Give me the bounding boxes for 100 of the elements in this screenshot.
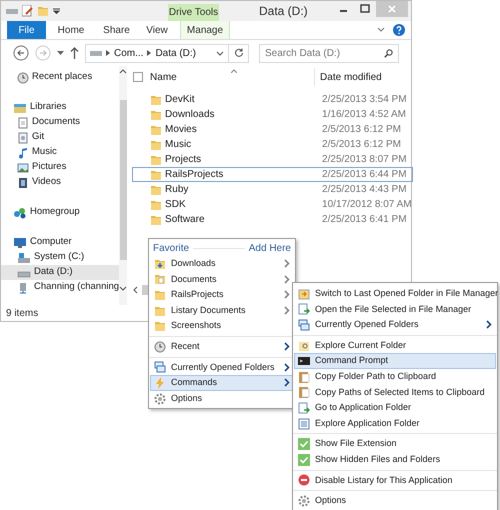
add-here-link[interactable]: Add Here	[248, 241, 291, 256]
menu-item[interactable]: Options	[294, 493, 496, 509]
folder-icon	[150, 214, 162, 226]
file-name: Projects	[164, 153, 202, 167]
file-name: Movies	[164, 123, 198, 137]
file-row[interactable]: Projects 2/25/2013 8:07 PM	[132, 152, 413, 167]
up-arrow-icon[interactable]	[70, 47, 79, 59]
menu-item[interactable]: Copy Folder Path to Clipboard	[294, 368, 496, 385]
file-name: Ruby	[164, 183, 190, 197]
nav-item[interactable]: System (C:)	[1, 250, 120, 265]
file-name: RailsProjects	[164, 168, 224, 182]
status-text: 9 items	[6, 306, 38, 320]
menu-item[interactable]: Open the File Selected in File Manager	[294, 302, 496, 318]
refresh-icon[interactable]	[234, 48, 244, 58]
search-icon	[384, 48, 393, 58]
menu-item[interactable]: Options	[150, 390, 294, 406]
nav-item[interactable]: Computer	[1, 235, 120, 250]
date-cell-text: 2/25/2013 8:07 PM	[321, 153, 407, 167]
sort-caret-icon	[231, 69, 238, 73]
menu-item[interactable]: RailsProjects	[150, 287, 294, 303]
file-row[interactable]: RailsProjects 2/25/2013 6:44 PM	[132, 167, 413, 182]
context-tab-label: Drive Tools	[168, 4, 219, 21]
date-cell-text: 2/25/2013 6:41 PM	[321, 213, 407, 227]
menu-item[interactable]: Disable Listary for This Application	[294, 472, 496, 488]
nav-item[interactable]: Channing (channing	[1, 280, 120, 295]
nav-item[interactable]: Homegroup	[1, 205, 120, 220]
nav-item[interactable]: Videos	[1, 175, 120, 190]
date-cell-text: 2/25/2013 3:54 PM	[321, 93, 407, 107]
file-row[interactable]: SDK 10/17/2012 8:07 AM	[132, 197, 413, 212]
caret-down-icon[interactable]	[216, 50, 224, 56]
menu-item[interactable]: Currently Opened Folders	[150, 360, 294, 376]
clock-icon	[154, 340, 166, 353]
address-bar[interactable]: Com... Data (D:)	[85, 44, 249, 62]
scrollbar[interactable]	[119, 66, 128, 305]
file-name: Music	[164, 138, 192, 152]
nav-item[interactable]: Documents	[1, 115, 120, 130]
file-row[interactable]: Downloads 1/16/2013 4:52 AM	[132, 107, 413, 122]
back-icon[interactable]	[13, 45, 29, 61]
windows-icon	[298, 318, 310, 331]
ribbon-tab[interactable]: Manage	[180, 21, 230, 39]
folder-icon	[150, 198, 162, 210]
computer-icon	[13, 236, 27, 248]
help-icon[interactable]	[393, 24, 405, 36]
settings-icon	[298, 494, 310, 507]
scroll-left-icon[interactable]	[132, 285, 140, 295]
window-title: Data (D:)	[258, 3, 309, 20]
breadcrumb-arrow-icon	[106, 50, 110, 56]
file-row[interactable]: DevKit 2/25/2013 3:54 PM	[132, 92, 413, 107]
folder-icon	[150, 108, 162, 120]
column-header[interactable]: Name	[143, 68, 314, 86]
file-row[interactable]: Ruby 2/25/2013 4:43 PM	[132, 182, 413, 197]
scrollbar-thumb[interactable]	[142, 285, 148, 295]
folder-download-icon	[154, 258, 166, 270]
file-row[interactable]: Movies 2/5/2013 6:12 PM	[132, 122, 413, 137]
menu-item[interactable]: Documents	[150, 272, 294, 288]
menu-item[interactable]: Listary Documents	[150, 302, 294, 318]
nav-item[interactable]: Git	[1, 130, 120, 145]
document-icon	[17, 116, 29, 128]
menu-item[interactable]: Switch to Last Opened Folder in File Manager	[294, 286, 496, 302]
library-icon	[13, 102, 27, 114]
menu-item[interactable]: Downloads	[150, 256, 294, 272]
breadcrumb[interactable]: Com...	[114, 46, 144, 60]
menu-item[interactable]: Command Prompt	[294, 353, 496, 369]
date-cell-text: 2/25/2013 6:44 PM	[321, 168, 407, 182]
menu-item[interactable]: Go to Application Folder	[294, 400, 496, 416]
folder-icon	[150, 124, 162, 136]
scrollbar-thumb[interactable]	[120, 100, 127, 260]
nav-item[interactable]: Data (D:)	[1, 265, 120, 280]
select-all-checkbox[interactable]	[133, 72, 144, 82]
ribbon-tab[interactable]: Share	[96, 21, 137, 39]
nav-item[interactable]: Recent places	[1, 70, 120, 85]
breadcrumb[interactable]: Data (D:)	[155, 46, 196, 60]
menu-item[interactable]: Currently Opened Folders	[294, 317, 496, 333]
menu-item[interactable]: Screenshots	[150, 318, 294, 334]
nav-item[interactable]: Music	[1, 145, 120, 160]
ribbon-tab[interactable]: File	[7, 21, 46, 39]
menu-item[interactable]: Explore Application Folder	[294, 416, 496, 432]
folder-icon	[154, 320, 166, 332]
menu-item[interactable]: Commands	[150, 375, 294, 391]
column-header[interactable]: Date modified	[314, 68, 413, 86]
nav-item[interactable]: Libraries	[1, 100, 120, 115]
ribbon-tab[interactable]: Home	[46, 21, 96, 39]
ribbon-tab[interactable]: View	[137, 21, 177, 39]
file-row[interactable]: Software 2/25/2013 6:41 PM	[132, 212, 413, 227]
drive-icon	[17, 252, 31, 264]
menu-item[interactable]: Recent	[150, 338, 294, 355]
menu-item[interactable]: Explore Current Folder	[294, 338, 496, 354]
breadcrumb-arrow-icon	[147, 50, 152, 56]
menu-item[interactable]: Show File Extension	[294, 436, 496, 452]
chevron-down-icon[interactable]	[377, 27, 385, 33]
menu-item[interactable]: Copy Paths of Selected Items to Clipboard	[294, 384, 496, 400]
caret-down-icon[interactable]	[57, 50, 64, 56]
search-field[interactable]: Search Data (D:)	[259, 44, 399, 62]
menu-item[interactable]: Show Hidden Files and Folders	[294, 452, 496, 468]
no-entry-icon	[298, 474, 310, 486]
folder-icon	[154, 288, 166, 301]
clipboard-icon	[298, 386, 310, 398]
file-row[interactable]: Music 2/5/2013 6:12 PM	[132, 137, 413, 152]
date-cell-text: 2/25/2013 4:43 PM	[321, 183, 407, 197]
nav-item[interactable]: Pictures	[1, 160, 120, 175]
